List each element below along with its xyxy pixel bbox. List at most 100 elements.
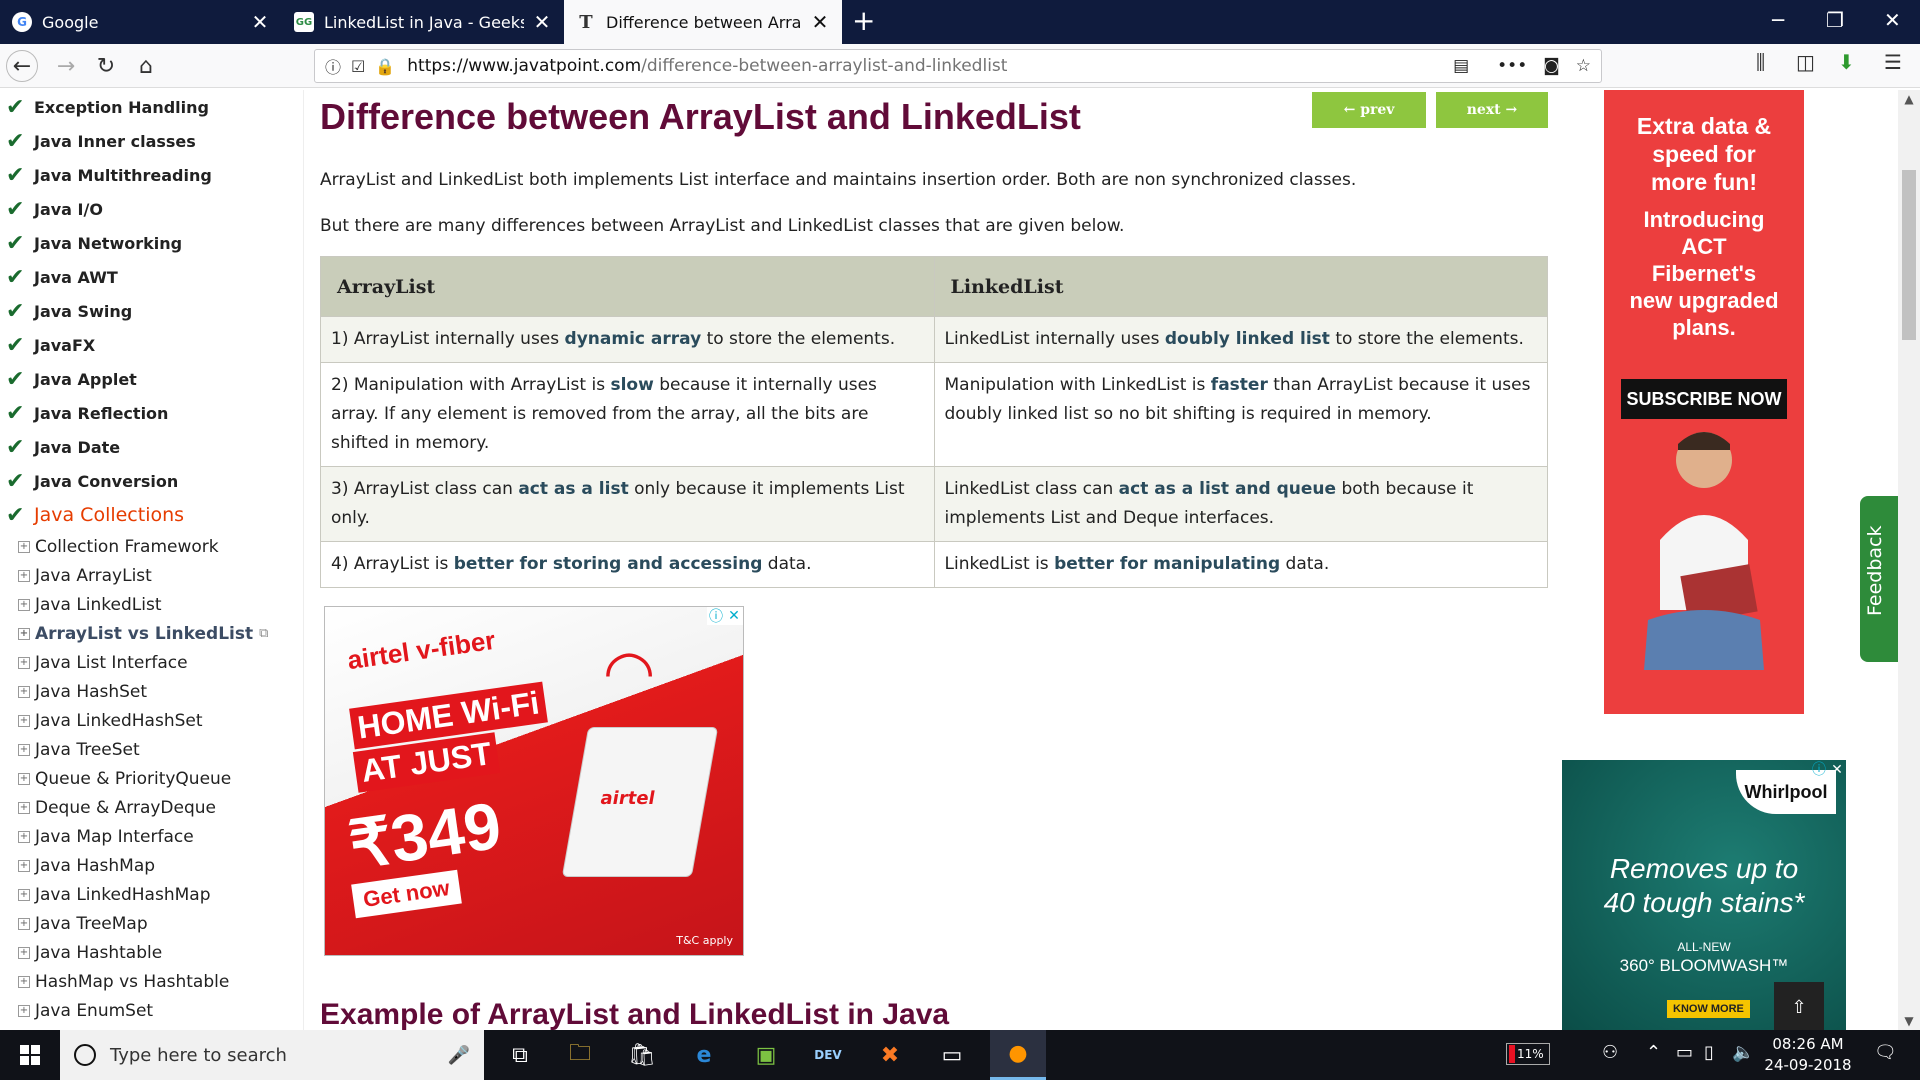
checkmark-icon: ✔ — [6, 366, 25, 392]
sidebar-toggle-icon[interactable]: ◫ — [1796, 50, 1815, 74]
menu-icon[interactable]: ☰ — [1884, 50, 1902, 74]
sidebar-item-topic[interactable]: ✔ JavaFX — [0, 328, 303, 362]
subtopic-link[interactable]: + Queue & PriorityQueue — [0, 764, 303, 793]
whirlpool-ad[interactable]: Whirlpool ⓘ ✕ Removes up to 40 tough sta… — [1562, 760, 1846, 1030]
subtopic-link[interactable]: + Collection Framework — [0, 532, 303, 561]
file-explorer-icon[interactable]: 🗀 — [552, 1030, 608, 1080]
address-bar[interactable]: ⓘ ☑ 🔒 https://www.javatpoint.com/differe… — [314, 49, 1602, 83]
feedback-label: Feedback — [1864, 525, 1886, 616]
scroll-thumb[interactable] — [1902, 170, 1916, 340]
people-icon[interactable]: ⚇ — [1602, 1042, 1618, 1063]
tab-javatpoint[interactable]: T Difference between ArrayList a ✕ — [564, 0, 842, 44]
microphone-icon[interactable]: 🎤 — [448, 1045, 470, 1066]
system-clock[interactable]: 08:26 AM 24-09-2018 — [1760, 1034, 1856, 1076]
forward-button[interactable]: → — [50, 50, 82, 82]
devcpp-icon[interactable]: DEV — [800, 1030, 856, 1080]
scroll-to-top-button[interactable]: ⇧ — [1774, 982, 1824, 1030]
close-icon[interactable]: ✕ — [250, 10, 270, 34]
airtel-ad[interactable]: ⓘ ✕ ◠ airtel v-fiber HOME Wi-Fi AT JUST … — [324, 606, 744, 956]
adchoices-icon[interactable]: ⓘ — [1810, 760, 1828, 778]
home-button[interactable]: ⌂ — [130, 50, 162, 82]
download-icon[interactable]: ⬇ — [1838, 50, 1855, 74]
edge-icon[interactable]: e — [676, 1030, 732, 1080]
subtopic-link[interactable]: + Java EnumSet — [0, 996, 303, 1025]
sidebar-item-topic[interactable]: ✔ Java Inner classes — [0, 124, 303, 158]
tab-google[interactable]: G Google ✕ — [0, 0, 282, 44]
store-icon[interactable]: 🛍 — [614, 1030, 670, 1080]
close-icon[interactable]: ✕ — [725, 607, 743, 625]
restore-button[interactable]: ❐ — [1826, 8, 1844, 32]
subtopic-link[interactable]: + Java HashMap — [0, 851, 303, 880]
app-icon[interactable]: ▣ — [738, 1030, 794, 1080]
subtopic-link[interactable]: + Deque & ArrayDeque — [0, 793, 303, 822]
subtopic-link[interactable]: + Java LinkedList — [0, 590, 303, 619]
close-icon[interactable]: ✕ — [1828, 760, 1846, 778]
pocket-icon[interactable]: ◙ — [1543, 56, 1560, 76]
adchoices-icon[interactable]: ⓘ — [707, 607, 725, 625]
subtopic-link[interactable]: + HashMap vs Hashtable — [0, 967, 303, 996]
subtopic-link[interactable]: + ArrayList vs LinkedList ⧉ — [0, 619, 303, 648]
next-button[interactable]: next → — [1436, 92, 1548, 128]
bookmark-star-icon[interactable]: ☆ — [1576, 56, 1591, 76]
sidebar-item-topic[interactable]: ✔ Exception Handling — [0, 90, 303, 124]
page-actions-icon[interactable]: ••• — [1497, 56, 1527, 76]
firefox-icon[interactable]: ● — [990, 1030, 1046, 1080]
subtopic-link[interactable]: + Java Hashtable — [0, 938, 303, 967]
new-tab-button[interactable]: + — [852, 4, 875, 37]
tab-geeksforgeeks[interactable]: GG LinkedList in Java - GeeksforGe ✕ — [282, 0, 564, 44]
subtopic-link[interactable]: + Java LinkedHashMap — [0, 880, 303, 909]
scroll-down-arrow[interactable]: ▼ — [1898, 1014, 1920, 1028]
sidebar-item-topic[interactable]: ✔ Java Reflection — [0, 396, 303, 430]
minimize-button[interactable]: ─ — [1772, 8, 1784, 32]
subtopic-link[interactable]: + Java List Interface — [0, 648, 303, 677]
scroll-up-arrow[interactable]: ▲ — [1898, 92, 1920, 106]
library-icon[interactable]: ⫼ — [1756, 50, 1765, 74]
volume-icon[interactable]: 🔈 — [1732, 1042, 1754, 1063]
battery-indicator[interactable]: 11% — [1506, 1043, 1550, 1065]
show-hidden-icons[interactable]: ⌃ — [1646, 1042, 1661, 1063]
info-icon[interactable]: ⓘ — [325, 54, 341, 78]
notifications-icon[interactable]: 🗨 — [1874, 1042, 1897, 1063]
act-fibernet-ad[interactable]: Extra data & speed for more fun! Introdu… — [1604, 90, 1804, 714]
sidebar-item-topic[interactable]: ✔ Java I/O — [0, 192, 303, 226]
reader-view-icon[interactable]: ▤ — [1453, 56, 1469, 76]
task-view-icon[interactable]: ⧉ — [492, 1030, 548, 1080]
sidebar-item-topic[interactable]: ✔ Java Applet — [0, 362, 303, 396]
sidebar-item-topic[interactable]: ✔ Java Conversion — [0, 464, 303, 498]
sidebar-item-topic[interactable]: ✔ Java AWT — [0, 260, 303, 294]
sidebar-item-java-collections[interactable]: ✔ Java Collections — [0, 498, 303, 532]
window-close-button[interactable]: ✕ — [1884, 8, 1901, 32]
ad-choices[interactable]: ⓘ ✕ — [707, 607, 743, 625]
subtopic-link[interactable]: + Java TreeSet — [0, 735, 303, 764]
sidebar-item-topic[interactable]: ✔ Java Swing — [0, 294, 303, 328]
sidebar-item-topic[interactable]: ✔ Java Networking — [0, 226, 303, 260]
terminal-icon[interactable]: ▭ — [924, 1030, 980, 1080]
permissions-icon[interactable]: ☑ — [351, 57, 365, 76]
external-link-icon: ⧉ — [259, 626, 269, 641]
start-button[interactable] — [0, 1030, 60, 1080]
back-button[interactable]: ← — [6, 50, 38, 82]
subtopic-link[interactable]: + Java TreeMap — [0, 909, 303, 938]
subtopic-link[interactable]: + Java LinkedHashSet — [0, 706, 303, 735]
reload-button[interactable]: ↻ — [90, 50, 122, 82]
sidebar-item-topic[interactable]: ✔ Java Date — [0, 430, 303, 464]
feedback-tab[interactable]: Feedback — [1860, 496, 1900, 662]
checkmark-icon: ✔ — [6, 400, 25, 426]
page-scrollbar[interactable]: ▲ ▼ — [1898, 90, 1920, 1030]
subscribe-button[interactable]: SUBSCRIBE NOW — [1621, 379, 1787, 419]
sidebar-item-topic[interactable]: ✔ Java Multithreading — [0, 158, 303, 192]
ad-choices[interactable]: ⓘ ✕ — [1810, 760, 1846, 778]
subtopic-link[interactable]: + Java HashSet — [0, 677, 303, 706]
taskbar-search[interactable]: Type here to search 🎤 — [60, 1030, 484, 1080]
close-icon[interactable]: ✕ — [532, 10, 552, 34]
network-icon[interactable]: ▭ — [1676, 1042, 1693, 1063]
url-text[interactable]: https://www.javatpoint.com/difference-be… — [407, 56, 1007, 76]
subtopic-link[interactable]: + Java ArrayList — [0, 561, 303, 590]
xampp-icon[interactable]: ✖ — [862, 1030, 918, 1080]
know-more-button[interactable]: KNOW MORE — [1667, 1000, 1750, 1018]
cell-text: LinkedList internally uses — [944, 329, 1165, 349]
subtopic-link[interactable]: + Java Map Interface — [0, 822, 303, 851]
battery-icon[interactable]: ▯ — [1704, 1042, 1714, 1063]
close-icon[interactable]: ✕ — [810, 10, 830, 34]
prev-button[interactable]: ← prev — [1312, 92, 1426, 128]
